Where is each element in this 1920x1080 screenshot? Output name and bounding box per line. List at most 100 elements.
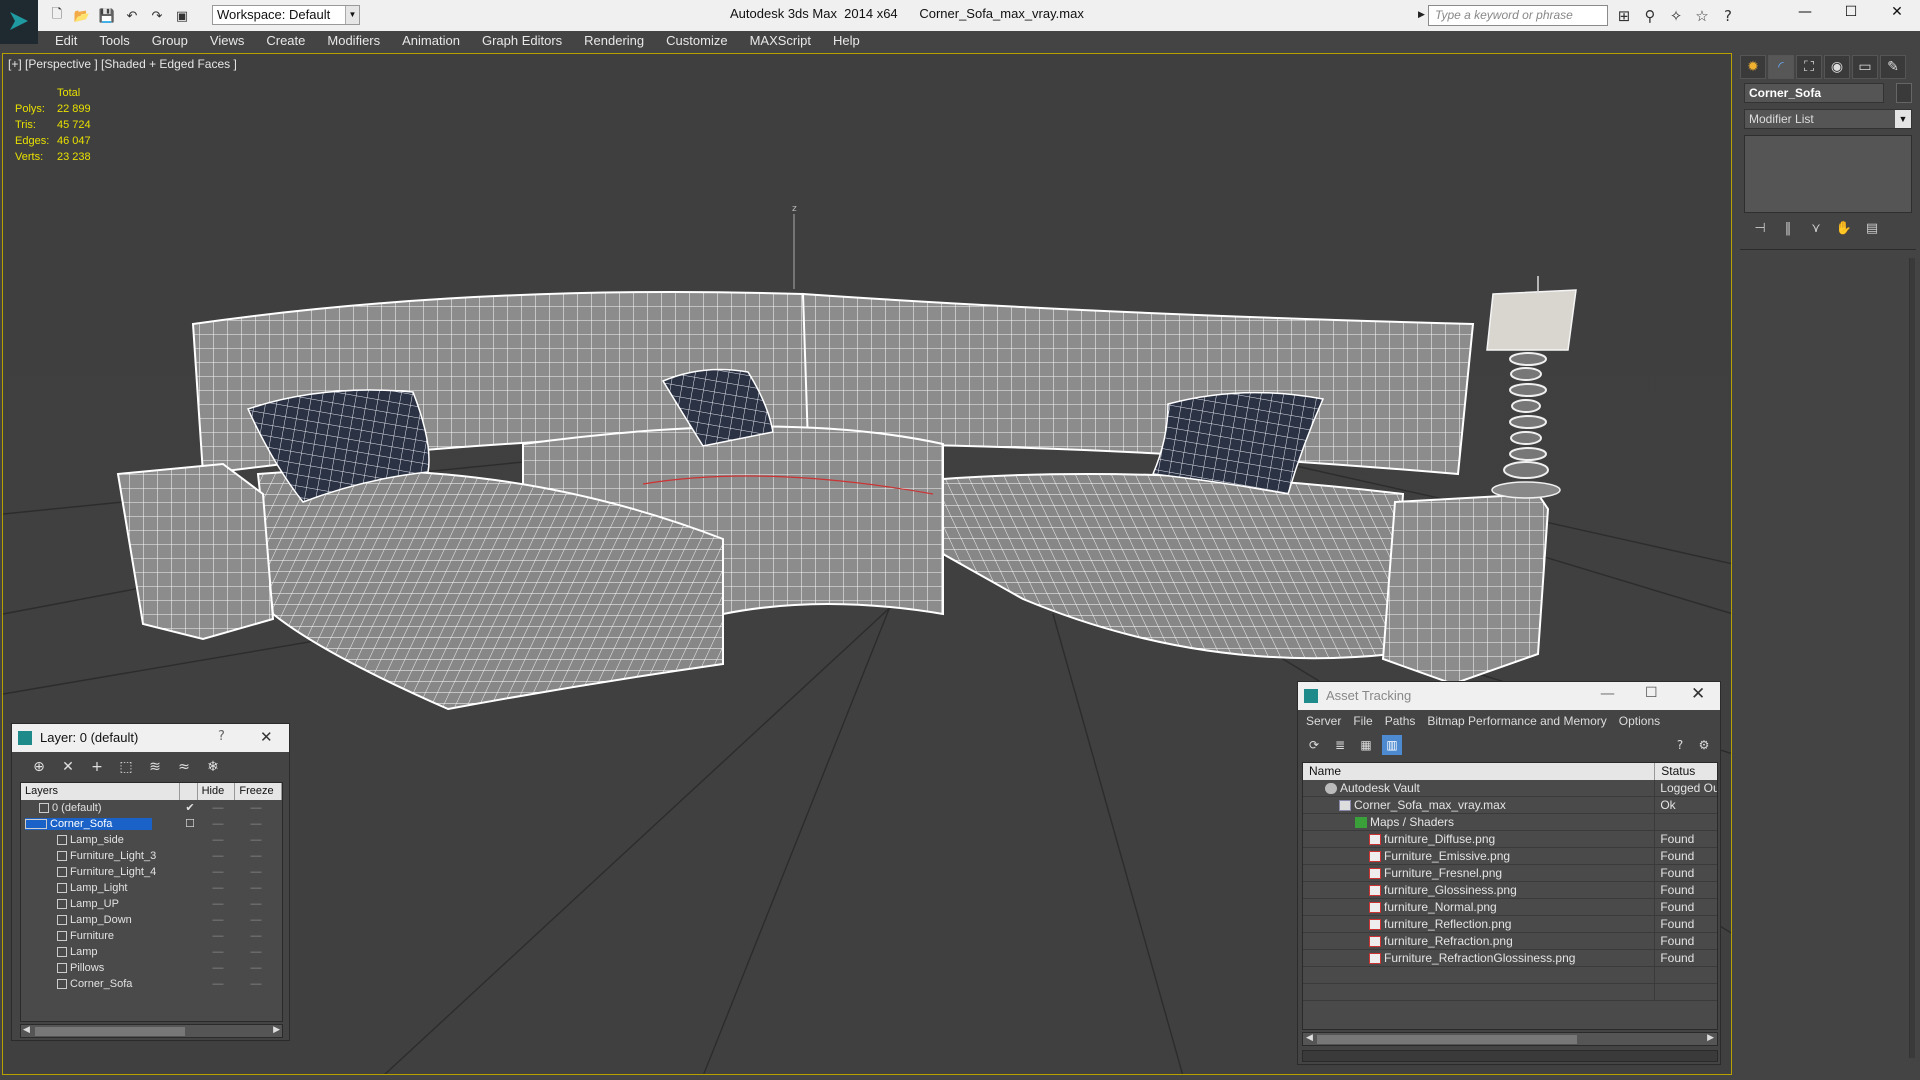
menu-help[interactable]: Help (822, 31, 871, 51)
chevron-left-icon[interactable]: ◀ (1306, 1033, 1313, 1043)
modify-tab-icon[interactable]: ◜ (1768, 55, 1794, 79)
hide-toggle[interactable]: — (199, 864, 237, 880)
layer-object-row[interactable]: Lamp — — (21, 944, 282, 960)
table-view-icon[interactable]: ▥ (1382, 735, 1402, 755)
freeze-toggle[interactable]: — (237, 912, 275, 928)
project-folder-icon[interactable]: ▣ (171, 6, 193, 26)
asset-dialog-titlebar[interactable]: Asset Tracking — ☐ ✕ (1298, 682, 1720, 710)
freeze-toggle[interactable]: — (237, 944, 275, 960)
layer-object-row[interactable]: Lamp_UP — — (21, 896, 282, 912)
hide-toggle[interactable]: — (199, 848, 237, 864)
asset-row[interactable]: Maps / Shaders (1303, 814, 1717, 831)
hierarchy-tab-icon[interactable]: ⛶ (1796, 55, 1822, 79)
app-logo-button[interactable] (0, 0, 38, 44)
hide-toggle[interactable]: — (199, 896, 237, 912)
freeze-toggle[interactable]: — (237, 864, 275, 880)
thumbnail-view-icon[interactable]: ▦ (1356, 735, 1376, 755)
asset-row[interactable]: furniture_Refraction.png Found (1303, 933, 1717, 950)
freeze-toggle[interactable]: — (237, 800, 275, 816)
freeze-toggle[interactable]: — (237, 816, 275, 832)
asset-row[interactable]: Furniture_Fresnel.png Found (1303, 865, 1717, 882)
new-layer-icon[interactable]: ⊕ (28, 756, 50, 778)
hide-toggle[interactable]: — (199, 880, 237, 896)
column-status[interactable]: Status (1655, 763, 1717, 780)
chevron-right-icon[interactable]: ▶ (273, 1025, 280, 1035)
object-color-swatch[interactable] (1896, 83, 1912, 103)
asset-row[interactable]: Autodesk Vault Logged Out (1303, 780, 1717, 797)
modifier-stack[interactable] (1744, 135, 1912, 213)
freeze-toggle[interactable]: — (237, 928, 275, 944)
close-icon[interactable]: ✕ (1691, 684, 1705, 704)
refresh-icon[interactable]: ⟳ (1304, 735, 1324, 755)
modifier-list-dropdown[interactable]: Modifier List ▼ (1744, 109, 1912, 129)
menu-modifiers[interactable]: Modifiers (316, 31, 391, 51)
close-button[interactable]: ✕ (1874, 0, 1920, 24)
layer-object-row[interactable]: Lamp_Light — — (21, 880, 282, 896)
layer-dialog-titlebar[interactable]: Layer: 0 (default) ? ✕ (12, 724, 289, 752)
layer-object-row[interactable]: Furniture_Light_4 — — (21, 864, 282, 880)
hide-toggle[interactable]: — (199, 976, 237, 992)
column-hide[interactable]: Hide (198, 783, 236, 800)
hide-toggle[interactable]: — (199, 800, 237, 816)
make-unique-icon[interactable]: ⋎ (1806, 219, 1826, 239)
layer-object-row[interactable]: Furniture_Light_3 — — (21, 848, 282, 864)
new-file-icon[interactable]: 🗋 (46, 6, 68, 26)
caret-right-icon[interactable]: ▶ (1418, 5, 1428, 26)
hide-toggle[interactable]: — (199, 928, 237, 944)
asset-row[interactable]: furniture_Diffuse.png Found (1303, 831, 1717, 848)
scroll-thumb[interactable] (1317, 1035, 1577, 1044)
freeze-toggle[interactable]: — (237, 848, 275, 864)
asset-menu-server[interactable]: Server (1306, 714, 1341, 728)
current-layer-box-icon[interactable]: ☐ (181, 816, 199, 832)
freeze-toggle[interactable]: — (237, 832, 275, 848)
maximize-icon[interactable]: ☐ (1645, 685, 1658, 701)
hide-toggle[interactable]: — (199, 960, 237, 976)
hide-toggle[interactable]: — (199, 832, 237, 848)
asset-row[interactable]: Furniture_Emissive.png Found (1303, 848, 1717, 865)
key-icon[interactable]: ⚲ (1640, 6, 1660, 26)
menu-tools[interactable]: Tools (88, 31, 140, 51)
menu-maxscript[interactable]: MAXScript (739, 31, 822, 51)
add-to-layer-icon[interactable]: + (86, 756, 108, 778)
highlight-layer-icon[interactable]: ≋ (144, 756, 166, 778)
display-tab-icon[interactable]: ▭ (1852, 55, 1878, 79)
sofa-model[interactable] (116, 291, 1550, 711)
scroll-thumb[interactable] (35, 1027, 185, 1036)
column-layers[interactable]: Layers (21, 783, 180, 800)
current-layer-check-icon[interactable]: ✔ (181, 800, 199, 816)
hide-toggle[interactable]: — (199, 944, 237, 960)
menu-views[interactable]: Views (199, 31, 255, 51)
asset-menu-bitmap[interactable]: Bitmap Performance and Memory (1427, 714, 1606, 728)
layer-object-row[interactable]: Corner_Sofa — — (21, 976, 282, 992)
layer-object-row[interactable]: Lamp_side — — (21, 832, 282, 848)
help-button[interactable]: ? (218, 729, 225, 744)
communication-icon[interactable]: ✧ (1666, 6, 1686, 26)
menu-create[interactable]: Create (255, 31, 316, 51)
show-end-result-icon[interactable]: ‖ (1778, 219, 1798, 239)
redo-icon[interactable]: ↷ (146, 6, 168, 26)
floor-lamp[interactable] (1486, 276, 1577, 499)
hide-toggle[interactable]: — (199, 816, 237, 832)
freeze-toggle[interactable]: — (237, 960, 275, 976)
minimize-button[interactable]: — (1782, 0, 1828, 24)
search-input[interactable]: Type a keyword or phrase (1428, 5, 1608, 26)
asset-table[interactable]: Name Status Autodesk Vault Logged Out Co… (1302, 762, 1718, 1030)
asset-menu-file[interactable]: File (1353, 714, 1372, 728)
workspace-dropdown[interactable]: Workspace: Default ▼ (212, 5, 360, 25)
maximize-button[interactable]: ☐ (1828, 0, 1874, 24)
asset-row[interactable]: furniture_Glossiness.png Found (1303, 882, 1717, 899)
pin-stack-icon[interactable]: ⊣ (1750, 219, 1770, 239)
column-freeze[interactable]: Freeze (235, 783, 282, 800)
asset-menu-options[interactable]: Options (1619, 714, 1660, 728)
delete-layer-icon[interactable]: ✕ (57, 756, 79, 778)
layer-row[interactable]: 0 (default) ✔ — — (21, 800, 282, 816)
asset-row[interactable]: Furniture_RefractionGlossiness.png Found (1303, 950, 1717, 967)
menu-graph-editors[interactable]: Graph Editors (471, 31, 573, 51)
layer-object-row[interactable]: Furniture — — (21, 928, 282, 944)
viewport-label[interactable]: [+] [Perspective ] [Shaded + Edged Faces… (8, 57, 237, 71)
freeze-toggle[interactable]: — (237, 896, 275, 912)
freeze-toggle[interactable]: — (237, 976, 275, 992)
asset-row[interactable]: furniture_Reflection.png Found (1303, 916, 1717, 933)
layer-object-row[interactable]: Lamp_Down — — (21, 912, 282, 928)
minimize-icon[interactable]: — (1600, 684, 1615, 702)
